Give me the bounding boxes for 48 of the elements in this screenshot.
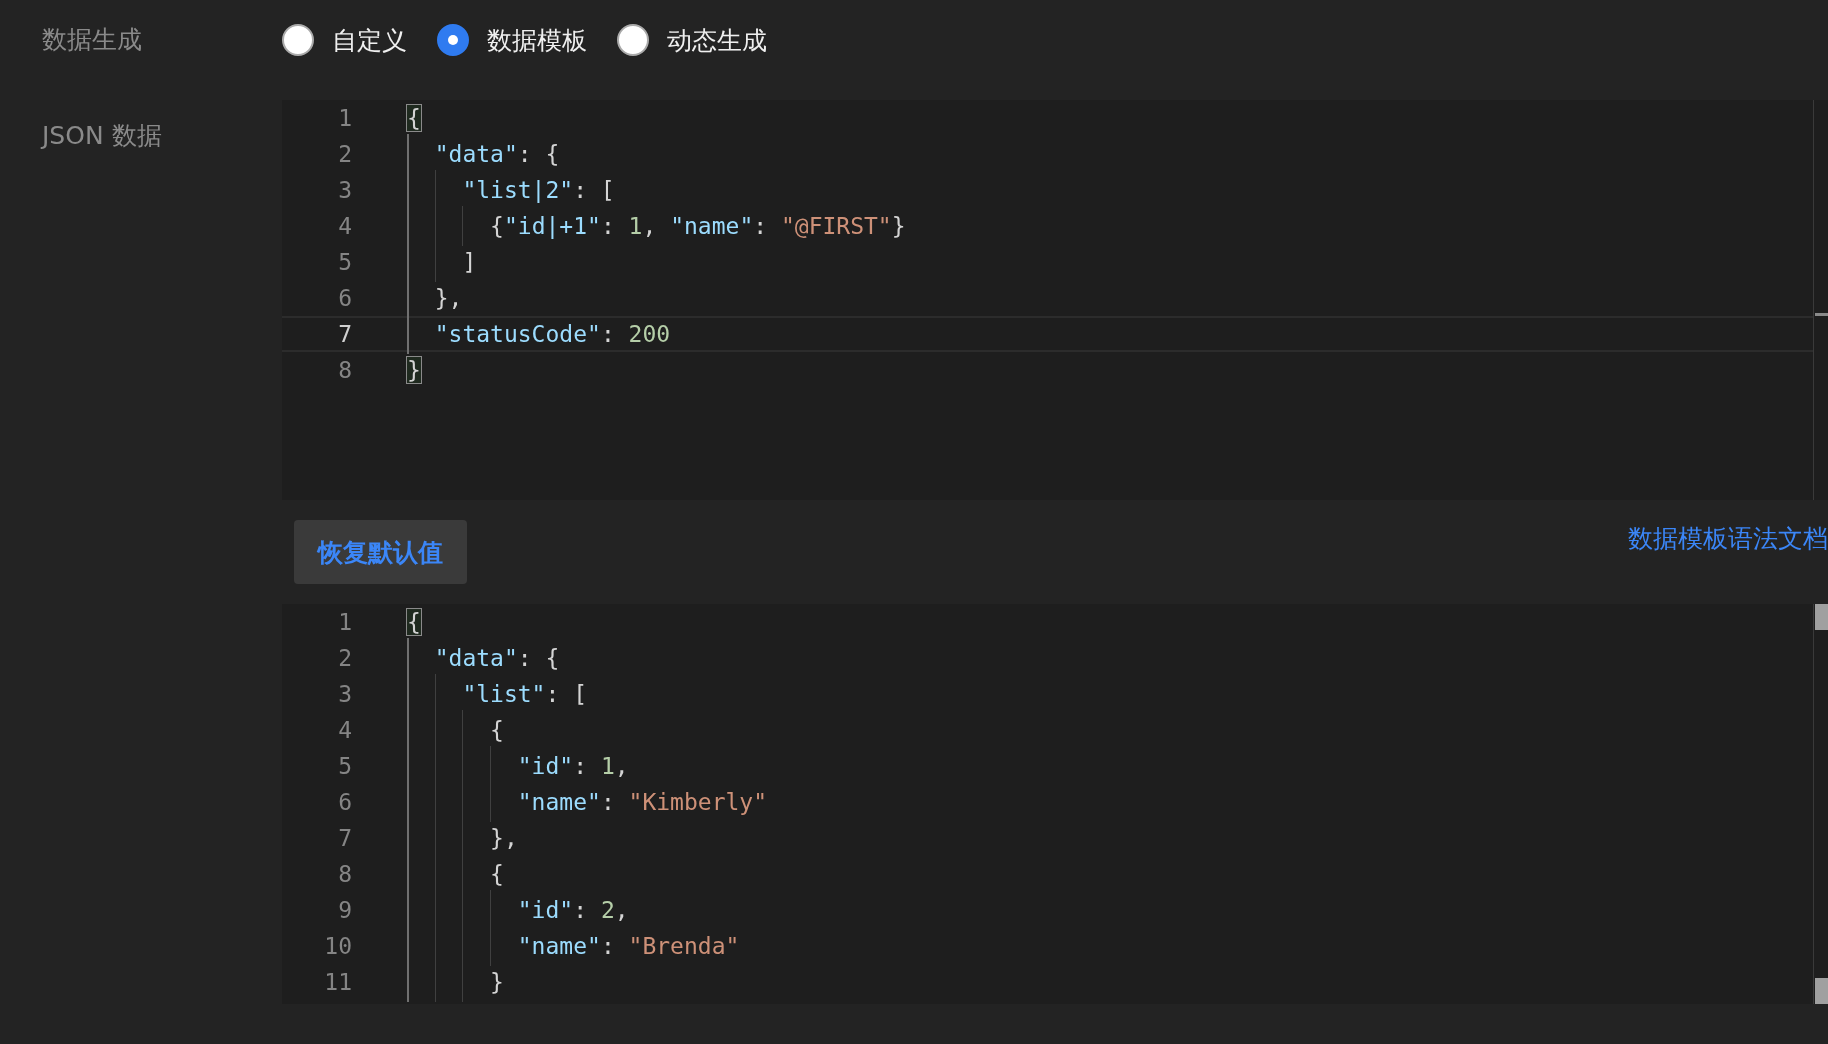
line-number: 8 (337, 357, 352, 383)
scrollbar[interactable] (1813, 604, 1828, 1004)
radio-button[interactable] (437, 24, 469, 56)
code-editor[interactable]: 1 { 2 "data": { 3 "list|2": [ 4 {"id|+1": 1, "name": "@FIRST"} 5 ] 6 }, 7 "statusCode": 200 8 } (282, 100, 1828, 500)
line-number: 4 (337, 717, 352, 743)
scrollbar[interactable] (1813, 100, 1828, 500)
line-number: 4 (337, 213, 352, 239)
code-line: } (407, 964, 504, 1000)
docs-link[interactable]: 数据模板语法文档 (1628, 522, 1828, 555)
code-line: }, (407, 820, 518, 856)
code-line: "data": { (407, 136, 560, 172)
line-number: 10 (323, 933, 352, 959)
line-number: 2 (337, 645, 352, 671)
code-line: "list|2": [ (407, 172, 615, 208)
radio-option[interactable]: 数据模板 (437, 23, 587, 57)
code-line: "data": { (407, 640, 560, 676)
code-line: }, (407, 280, 463, 316)
code-line: { (407, 712, 504, 748)
code-line: "id": 2, (407, 892, 629, 928)
line-number: 5 (337, 249, 352, 275)
line-number: 5 (337, 753, 352, 779)
line-number: 3 (337, 177, 352, 203)
code-line: { (407, 856, 504, 892)
line-number: 7 (337, 825, 352, 851)
line-number: 2 (337, 141, 352, 167)
field-label: 数据生成 (42, 25, 142, 54)
code-line: "id": 1, (407, 748, 629, 784)
field-label: JSON 数据 (42, 121, 162, 150)
code-line: "statusCode": 200 (407, 316, 671, 352)
line-number: 8 (337, 861, 352, 887)
radio-button[interactable] (282, 24, 314, 56)
code-line: "name": "Brenda" (407, 928, 740, 964)
radio-option[interactable]: 动态生成 (617, 23, 767, 57)
code-line: "list": [ (407, 676, 588, 712)
line-number: 11 (323, 969, 352, 995)
line-number: 1 (337, 609, 352, 635)
code-editor[interactable]: 1 { 2 "data": { 3 "list": [ 4 { 5 "id": 1, 6 "name": "Kimberly" 7 }, 8 { 9 "id": 2, 10 "name": "Brenda" 11 } (282, 604, 1828, 1004)
line-number: 6 (337, 789, 352, 815)
line-number: 6 (337, 285, 352, 311)
code-line: {"id|+1": 1, "name": "@FIRST"} (407, 208, 906, 244)
code-line: ] (407, 244, 477, 280)
line-number: 3 (337, 681, 352, 707)
code-line: "name": "Kimberly" (407, 784, 768, 820)
line-number: 9 (337, 897, 352, 923)
line-number: 1 (337, 105, 352, 131)
radio-button[interactable] (617, 24, 649, 56)
line-number: 7 (337, 321, 352, 347)
radio-option[interactable]: 自定义 (282, 23, 407, 57)
